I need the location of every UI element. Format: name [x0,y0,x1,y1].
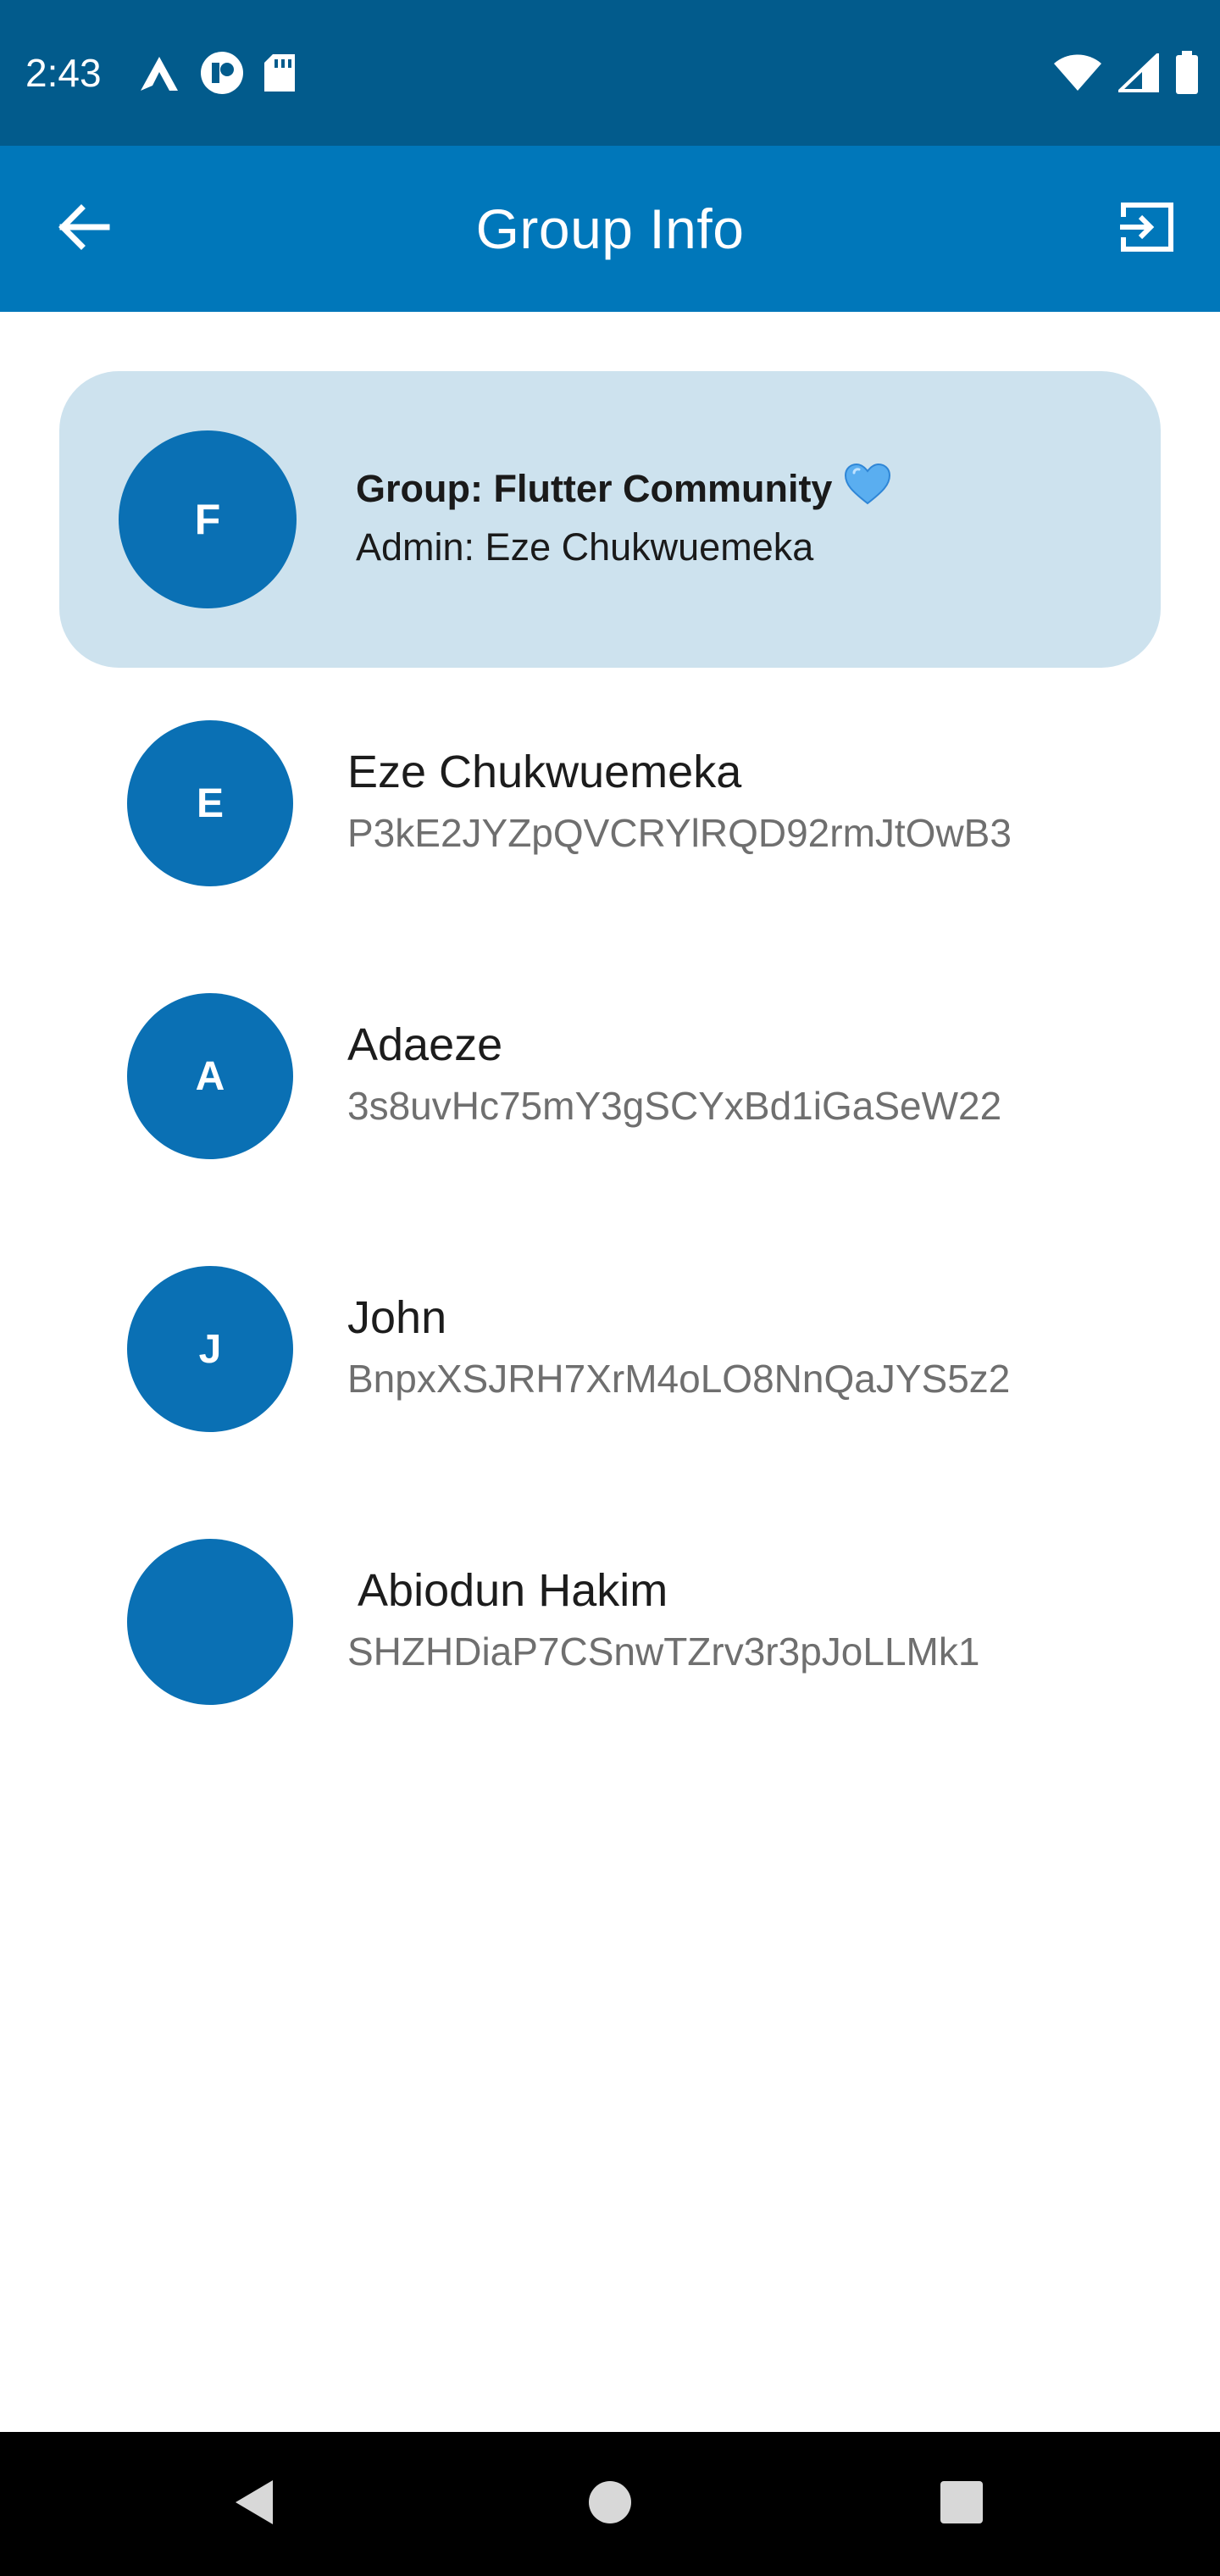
group-info-card: F Group: Flutter Community Admin: Eze Ch… [59,371,1161,668]
status-icons-left [137,51,297,95]
page-title: Group Info [475,197,745,260]
sd-card-icon [263,53,297,93]
group-name-text: Group: Flutter Community [356,466,833,510]
member-list-item[interactable]: J John BnpxXSJRH7XrM4oLO8NnQaJYS5z2 [0,1266,1220,1539]
member-list-item[interactable]: E Eze Chukwuemeka P3kE2JYZpQVCRYlRQD92rm… [0,720,1220,993]
member-id: SHZHDiaP7CSnwTZrv3r3pJoLLMk1 [347,1629,980,1674]
member-name: Abiodun Hakim [347,1565,668,1616]
exit-group-icon [1118,200,1176,258]
blue-heart-icon [844,463,891,514]
nav-recents-button[interactable] [923,2466,1000,2542]
exit-group-button[interactable] [1106,188,1188,269]
member-list-item[interactable]: Abiodun Hakim SHZHDiaP7CSnwTZrv3r3pJoLLM… [0,1539,1220,1812]
member-id: BnpxXSJRH7XrM4oLO8NnQaJYS5z2 [347,1357,1011,1401]
system-nav-bar [0,2432,1220,2576]
member-list-item[interactable]: A Adaeze 3s8uvHc75mY3gSCYxBd1iGaSeW22 [0,993,1220,1266]
battery-icon [1174,51,1200,95]
app-bar: Group Info [0,146,1220,312]
member-name: Eze Chukwuemeka [347,747,742,797]
notification-app-icon [200,51,244,95]
status-bar: 2:43 [0,0,1220,146]
member-avatar [127,1539,293,1705]
status-icons-right [1052,51,1200,95]
member-avatar: J [127,1266,293,1432]
member-name: Adaeze [347,1019,503,1070]
member-avatar: E [127,720,293,886]
group-name: Group: Flutter Community [356,463,891,514]
member-id: P3kE2JYZpQVCRYlRQD92rmJtOwB3 [347,811,1012,855]
home-circle-icon [586,2479,634,2530]
nav-back-button[interactable] [216,2466,292,2542]
group-avatar: F [119,430,297,608]
signal-icon [1118,53,1159,92]
group-admin: Admin: Eze Chukwuemeka [356,525,814,569]
nav-home-button[interactable] [572,2466,648,2542]
autodesk-icon [137,53,181,92]
recents-square-icon [938,2479,985,2530]
member-id: 3s8uvHc75mY3gSCYxBd1iGaSeW22 [347,1084,1002,1128]
back-triangle-icon [230,2477,278,2532]
member-name: John [347,1292,447,1343]
member-avatar: A [127,993,293,1159]
wifi-icon [1052,53,1103,92]
status-time: 2:43 [25,51,102,95]
